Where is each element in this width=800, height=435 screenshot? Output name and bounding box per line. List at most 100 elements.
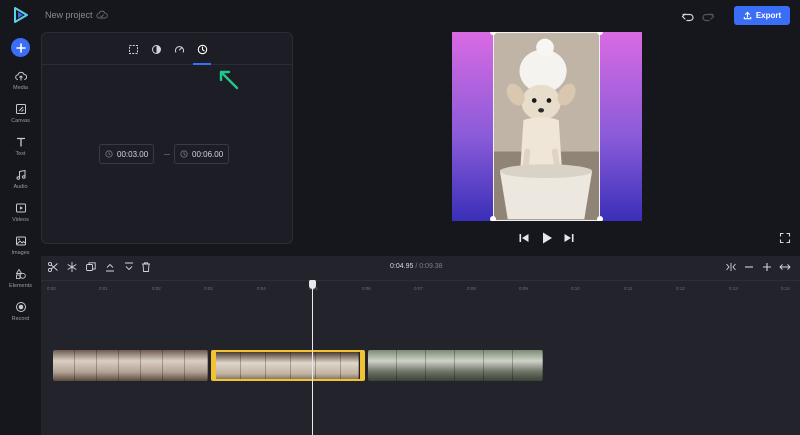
annotation-arrow-icon xyxy=(219,70,239,90)
clock-icon xyxy=(180,150,188,158)
redo-button[interactable] xyxy=(701,9,715,23)
ruler-tick: 0:09 xyxy=(519,286,528,291)
skip-forward-button[interactable] xyxy=(563,232,575,244)
clip-thumbnail xyxy=(513,350,543,381)
timeline-time-display: 0:04.95 / 0:09.38 xyxy=(390,263,443,270)
plus-icon xyxy=(15,42,26,53)
sidebar-item-images[interactable]: Images xyxy=(0,235,41,265)
timeline-toolbar: 0:04.95 / 0:09.38 xyxy=(41,256,800,278)
total-time: 0:09.38 xyxy=(419,263,443,270)
resize-handle-top-right[interactable] xyxy=(597,32,603,35)
fit-timeline-icon[interactable] xyxy=(725,261,737,273)
sidebar-item-label: Elements xyxy=(9,283,32,289)
detach-down-icon[interactable] xyxy=(123,261,135,273)
sidebar-item-label: Text xyxy=(15,151,26,157)
app-logo-icon[interactable] xyxy=(12,6,30,24)
shapes-icon xyxy=(15,268,26,279)
cloud-upload-icon xyxy=(14,71,27,81)
clip-thumbnail xyxy=(266,352,291,379)
ruler-tick: 0:14 xyxy=(781,286,790,291)
trim-handle-left[interactable] xyxy=(213,352,216,379)
trim-handle-right[interactable] xyxy=(360,352,363,379)
clip-thumbnail xyxy=(341,352,359,379)
resize-handle-bottom-right[interactable] xyxy=(597,216,603,221)
sidebar-item-text[interactable]: Text xyxy=(0,136,41,166)
expand-timeline-icon[interactable] xyxy=(779,261,791,273)
cloud-sync-icon xyxy=(96,10,108,19)
add-media-button[interactable] xyxy=(11,38,30,57)
ruler-tick: 0:10 xyxy=(571,286,580,291)
ruler-tick: 0:11 xyxy=(624,286,633,291)
tab-speed[interactable] xyxy=(171,41,187,57)
export-button[interactable]: Export xyxy=(734,6,790,25)
video-content xyxy=(494,33,599,220)
freeze-frame-icon[interactable] xyxy=(66,261,78,273)
tab-trim[interactable] xyxy=(194,41,210,57)
video-clip-3[interactable] xyxy=(368,350,543,381)
fullscreen-button[interactable] xyxy=(779,232,791,244)
crop-icon xyxy=(128,44,138,54)
time-range-separator xyxy=(164,154,170,155)
image-icon xyxy=(15,236,26,246)
text-icon xyxy=(16,137,25,147)
video-frame[interactable] xyxy=(493,32,600,221)
zoom-out-icon[interactable] xyxy=(743,261,755,273)
clip-thumbnail xyxy=(141,350,163,381)
upload-icon xyxy=(743,11,752,20)
sidebar-item-media[interactable]: Media xyxy=(0,70,41,100)
zoom-in-icon[interactable] xyxy=(761,261,773,273)
left-sidebar: Media Canvas Text Audio Videos Images El… xyxy=(0,32,41,435)
clip-thumbnail xyxy=(75,350,97,381)
sidebar-item-videos[interactable]: Videos xyxy=(0,202,41,232)
sidebar-item-label: Audio xyxy=(13,184,28,190)
skip-back-button[interactable] xyxy=(518,232,530,244)
tab-filters[interactable] xyxy=(148,41,164,57)
sidebar-item-label: Canvas xyxy=(11,118,30,124)
video-clip-2-selected[interactable] xyxy=(211,350,365,381)
sidebar-item-label: Images xyxy=(11,250,30,256)
clip-thumbnail xyxy=(397,350,426,381)
ruler-tick: 0:00 xyxy=(47,286,56,291)
record-icon xyxy=(15,302,26,312)
ruler-tick: 0:01 xyxy=(99,286,108,291)
playhead-line xyxy=(312,280,313,435)
canvas-icon xyxy=(15,104,26,114)
sidebar-item-elements[interactable]: Elements xyxy=(0,268,41,298)
sidebar-item-label: Record xyxy=(11,316,30,322)
timeline: 0:04.95 / 0:09.38 0:00 0:01 0:02 0:03 0:… xyxy=(41,256,800,435)
detach-up-icon[interactable] xyxy=(104,261,116,273)
clip-thumbnail xyxy=(368,350,397,381)
time-separator: / xyxy=(415,263,418,270)
split-icon[interactable] xyxy=(47,261,59,273)
clock-icon xyxy=(197,44,207,54)
clip-thumbnail xyxy=(119,350,141,381)
filter-icon xyxy=(151,44,161,54)
play-button[interactable] xyxy=(540,231,554,245)
video-preview[interactable] xyxy=(452,32,642,221)
end-time-field[interactable]: 00:06.00 xyxy=(174,144,230,164)
tab-crop[interactable] xyxy=(125,41,141,57)
ruler-tick: 0:08 xyxy=(467,286,476,291)
clip-thumbnail xyxy=(163,350,185,381)
clip-thumbnail xyxy=(484,350,513,381)
ruler-tick: 0:07 xyxy=(414,286,423,291)
start-time-field[interactable]: 00:03.00 xyxy=(99,144,155,164)
clock-icon xyxy=(105,150,113,158)
sidebar-item-record[interactable]: Record xyxy=(0,301,41,331)
delete-icon[interactable] xyxy=(140,261,152,273)
undo-button[interactable] xyxy=(681,9,695,23)
music-note-icon xyxy=(16,169,26,180)
resize-handle-bottom-left[interactable] xyxy=(490,216,496,221)
clip-thumbnail xyxy=(216,352,241,379)
video-clip-1[interactable] xyxy=(53,350,208,381)
sidebar-item-audio[interactable]: Audio xyxy=(0,169,41,199)
duplicate-icon[interactable] xyxy=(85,261,97,273)
panel-tab-bar xyxy=(42,33,292,65)
clip-thumbnail xyxy=(455,350,484,381)
clip-thumbnail xyxy=(426,350,455,381)
sidebar-item-canvas[interactable]: Canvas xyxy=(0,103,41,133)
clip-thumbnail xyxy=(316,352,341,379)
timeline-ruler[interactable]: 0:00 0:01 0:02 0:03 0:04 0:05 0:06 0:07 … xyxy=(41,280,800,294)
project-name[interactable]: New project xyxy=(45,10,93,20)
playhead-handle[interactable] xyxy=(309,280,316,289)
